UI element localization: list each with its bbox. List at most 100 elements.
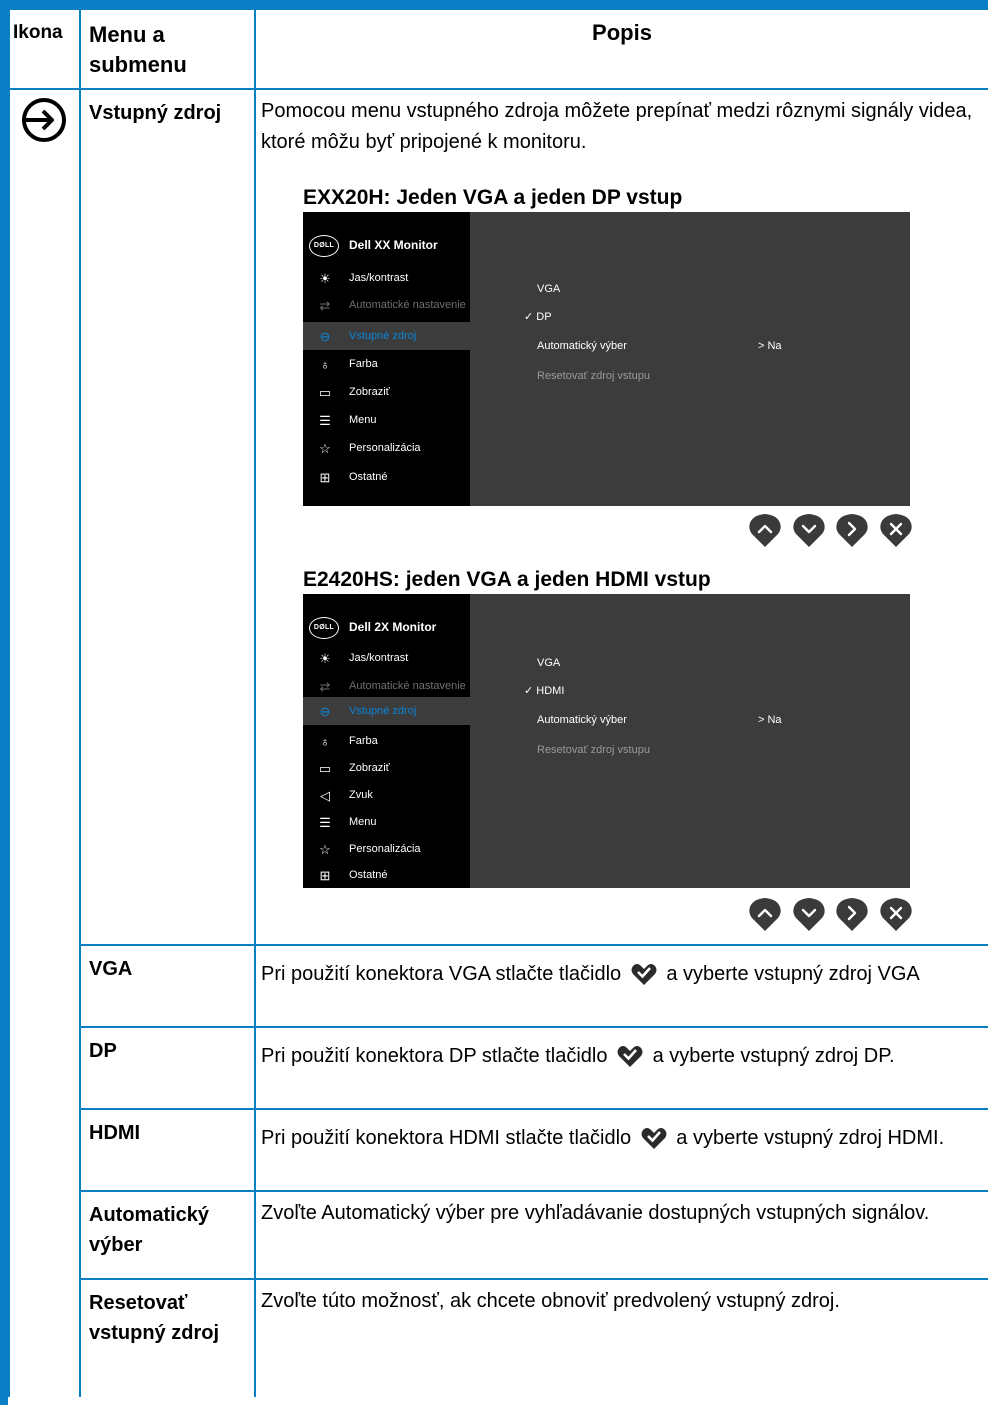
osd-menu-label: Menu [349, 816, 377, 828]
osd-menu-label: Menu [349, 414, 377, 426]
menu-table: Ikona Menu a submenu Popis Vstupný zdroj… [8, 8, 988, 1397]
osd-menu-item[interactable]: ☀ Jas/kontrast [303, 264, 470, 292]
osd-menu-item[interactable]: ⊞ Ostatné [303, 861, 470, 889]
osd-menu-item[interactable]: ⊖ Vstupné zdroj [303, 322, 470, 350]
desc-text: a vyberte vstupný zdroj DP. [652, 1045, 895, 1067]
left-accent-bar [0, 0, 8, 1405]
star-icon: ☆ [319, 440, 331, 456]
osd-menu-item[interactable]: ▭ Zobraziť [303, 754, 470, 782]
menu-vga: VGA [79, 944, 256, 1028]
osd-menu-item[interactable]: ☀ Jas/kontrast [303, 644, 470, 672]
dell-logo-icon: DØLL [309, 234, 339, 257]
osd-menu-item[interactable]: ⊖ Vstupné zdroj [303, 697, 470, 725]
input-source-icon: ⊖ [319, 703, 331, 719]
check-button-icon [617, 1046, 643, 1067]
osd-screen-title: EXX20H: Jeden VGA a jeden DP vstup [303, 186, 683, 209]
menu-reset: Resetovať vstupný zdroj [79, 1278, 256, 1397]
desc-auto: Zvoľte Automatický výber pre vyhľadávani… [254, 1190, 988, 1280]
input-source-icon: ⊖ [319, 328, 331, 344]
osd-menu-item[interactable]: ⊞ Ostatné [303, 463, 470, 491]
osd-menu-item[interactable]: ◁ Zvuk [303, 781, 470, 809]
osd-menu-label: Zobraziť [349, 762, 390, 774]
table-header: Ikona Menu a submenu Popis [8, 8, 988, 90]
menu-input-source: Vstupný zdroj [79, 88, 256, 946]
down-button[interactable] [792, 512, 826, 548]
close-button[interactable] [879, 896, 913, 932]
osd-screen: DØLL Dell XX Monitor ☀ Jas/kontrast ⇄ Automat… [303, 212, 910, 506]
check-button-icon [631, 964, 657, 985]
manual-page: Ikona Menu a submenu Popis Vstupný zdroj… [0, 0, 988, 1405]
osd-menu-label: Automatické nastavenie [349, 680, 466, 692]
display-icon: ▭ [318, 384, 332, 400]
row-vga: VGA Pri použití konektora VGA stlačte tl… [9, 944, 988, 1028]
check-icon: ✓ [524, 685, 534, 697]
header-menu: Menu a submenu [79, 8, 256, 90]
osd-option[interactable]: Resetovať zdroj vstupu [537, 361, 650, 392]
desc-dp: Pri použití konektora DP stlačte tlačidl… [254, 1026, 988, 1110]
row-input-source: Vstupný zdroj Pomocou menu vstupného zdr… [8, 88, 988, 1397]
osd-menu-label: Vstupné zdroj [349, 705, 417, 717]
check-icon: ✓ [524, 311, 534, 323]
osd-option[interactable]: ✓ DP [524, 302, 552, 333]
osd-option[interactable]: Resetovať zdroj vstupu [537, 735, 650, 766]
osd-menu-label: Jas/kontrast [349, 652, 409, 664]
osd-auto-value: > Na [758, 714, 782, 726]
osd-menu-item[interactable]: ♁ Farba [303, 350, 470, 378]
osd-menu-label: Jas/kontrast [349, 272, 409, 284]
osd-nav-buttons [261, 896, 988, 944]
row-auto: Automatický výber Zvoľte Automatický výb… [9, 1190, 988, 1280]
osd-menu-item[interactable]: ♁ Farba [303, 727, 470, 755]
osd-screen: DØLL Dell 2X Monitor ☀ Jas/kontrast ⇄ Automat… [303, 594, 910, 888]
menu-dp: DP [79, 1026, 256, 1110]
others-icon: ⊞ [319, 867, 331, 883]
desc-text: a vyberte vstupný zdroj VGA [666, 963, 920, 985]
row-dp: DP Pri použití konektora DP stlačte tlač… [9, 1026, 988, 1110]
desc-text: Pri použití konektora VGA stlačte tlačid… [261, 963, 622, 985]
osd-menu-item[interactable]: ▭ Zobraziť [303, 378, 470, 406]
osd-menu-label: Personalizácia [349, 442, 421, 454]
desc-vga: Pri použití konektora VGA stlačte tlačid… [254, 944, 988, 1028]
osd-menu-item[interactable]: ☰ Menu [303, 808, 470, 836]
desc-hdmi: Pri použití konektora HDMI stlačte tlači… [254, 1108, 988, 1192]
right-button[interactable] [835, 896, 869, 932]
desc-input-source: Pomocou menu vstupného zdroja môžete pre… [254, 88, 988, 946]
header-popis: Popis [254, 8, 988, 90]
down-button[interactable] [792, 896, 826, 932]
input-source-icon [22, 98, 66, 142]
right-button[interactable] [835, 512, 869, 548]
dell-logo-icon: DØLL [309, 616, 339, 639]
monitor-title: Dell 2X Monitor [349, 620, 437, 634]
osd-menu-label: Personalizácia [349, 843, 421, 855]
row-reset: Resetovať vstupný zdroj Zvoľte túto možn… [9, 1278, 988, 1397]
osd-menu-label: Zvuk [349, 789, 373, 801]
monitor-title: Dell XX Monitor [349, 238, 438, 252]
up-button[interactable] [748, 896, 782, 932]
osd-screen-title: E2420HS: jeden VGA a jeden HDMI vstup [303, 568, 711, 591]
osd-option[interactable]: Automatický výber [537, 331, 627, 362]
osd-option[interactable]: VGA [537, 648, 560, 679]
osd-menu-label: Ostatné [349, 869, 388, 881]
osd-menu-label: Ostatné [349, 471, 388, 483]
close-button[interactable] [879, 512, 913, 548]
desc-reset: Zvoľte túto možnosť, ak chcete obnoviť p… [254, 1278, 988, 1397]
others-icon: ⊞ [319, 469, 331, 485]
osd-header: DØLL Dell XX Monitor [309, 230, 438, 261]
desc-text: Pri použití konektora DP stlačte tlačidl… [261, 1045, 608, 1067]
osd-option[interactable]: Automatický výber [537, 705, 627, 736]
osd-menu-item[interactable]: ☆ Personalizácia [303, 434, 470, 462]
desc-text: Pri použití konektora HDMI stlačte tlači… [261, 1127, 632, 1149]
osd-menu-item[interactable]: ☰ Menu [303, 406, 470, 434]
osd-menu-label: Farba [349, 735, 378, 747]
osd-menu-label: Vstupné zdroj [349, 330, 417, 342]
osd-option-label: DP [536, 311, 552, 323]
brightness-icon: ☀ [319, 650, 331, 666]
osd-option[interactable]: ✓ HDMI [524, 676, 564, 707]
up-button[interactable] [748, 512, 782, 548]
color-icon: ♁ [320, 356, 330, 372]
osd-option[interactable]: VGA [537, 274, 560, 305]
menu-auto: Automatický výber [79, 1190, 256, 1280]
menu-hdmi: HDMI [79, 1108, 256, 1192]
row-hdmi: HDMI Pri použití konektora HDMI stlačte … [9, 1108, 988, 1192]
auto-adjust-icon: ⇄ [319, 297, 331, 313]
osd-menu-item[interactable]: ⇄ Automatické nastavenie [303, 291, 470, 319]
